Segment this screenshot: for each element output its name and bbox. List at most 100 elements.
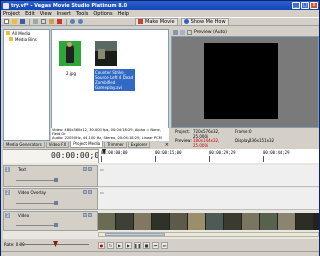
play-button[interactable]: ▶ (125, 242, 132, 249)
track-controls (82, 213, 92, 217)
video-preview (171, 36, 319, 128)
ruler-tick (209, 156, 210, 162)
minimize-button[interactable]: _ (292, 2, 300, 9)
media-info-video: Video: 480x360x12, 30.000 fps, 00:04:18:… (52, 128, 161, 137)
clip-frame (260, 213, 277, 230)
go-to-end-button[interactable]: ⏭ (161, 242, 168, 249)
level-slider[interactable] (16, 225, 56, 226)
menu-help[interactable]: Help (118, 11, 129, 17)
video-clip[interactable] (98, 213, 319, 230)
app-window: try.vf* - Vegas Movie Studio Platinum 8.… (0, 0, 320, 256)
clip-frame (116, 213, 133, 230)
tab-explorer[interactable]: Explorer (127, 142, 151, 148)
stop-button[interactable]: ■ (143, 242, 150, 249)
copy-button[interactable] (40, 18, 47, 25)
track-number: 3 (5, 213, 10, 218)
go-to-start-button[interactable]: ⏮ (152, 242, 159, 249)
loop-button[interactable]: ↻ (107, 242, 114, 249)
redo-icon (78, 19, 83, 24)
media-info-audio: Audio: 22050Hz, 44,100 Hz, Stereo, 00:04… (52, 136, 162, 141)
tab-media-generators[interactable]: Media Generators (3, 142, 45, 148)
main-toolbar: Make Movie Show Me How (1, 17, 319, 26)
make-movie-button[interactable]: Make Movie (135, 17, 178, 26)
show-me-how-label: Show Me How (190, 18, 226, 25)
maximize-button[interactable]: □ (301, 2, 309, 9)
redo-button[interactable] (77, 18, 84, 25)
menu-options[interactable]: Options (93, 11, 112, 17)
delete-icon (57, 19, 62, 24)
record-button[interactable]: ● (98, 242, 105, 249)
mute-icon[interactable] (83, 167, 87, 171)
mute-icon[interactable] (83, 213, 87, 217)
media-file-label-selected[interactable]: Counter Strike_ Source Left 4 Dead Zombi… (94, 69, 135, 91)
undo-button[interactable] (69, 18, 76, 25)
person-figure (66, 45, 74, 63)
track-lane-text[interactable]: ▭ (98, 165, 319, 187)
play-start-icon: ▶ (117, 243, 122, 248)
new-project-button[interactable] (3, 18, 10, 25)
level-slider[interactable] (16, 180, 56, 181)
media-thumbnail-video[interactable] (95, 41, 117, 66)
app-icon (3, 2, 9, 9)
track-name: Text (18, 167, 27, 172)
tab-trimmer[interactable]: Trimmer (104, 142, 127, 148)
close-icon[interactable]: × (165, 142, 169, 148)
menu-project[interactable]: Project (3, 11, 20, 17)
track-lane-video-overlay[interactable]: ▭ (98, 188, 319, 210)
track-header-video-overlay[interactable]: 2 Video Overlay (3, 188, 98, 210)
quality-icon[interactable] (187, 30, 192, 35)
menu-tools[interactable]: Tools (76, 11, 88, 17)
paste-icon (49, 19, 54, 24)
solo-icon[interactable] (88, 167, 92, 171)
go-to-end-icon: ⏭ (162, 243, 167, 248)
clip-frame (224, 213, 241, 230)
rate-slider[interactable] (19, 244, 89, 245)
solo-icon[interactable] (88, 190, 92, 194)
toolbar-separator (29, 18, 30, 25)
menu-view[interactable]: View (40, 11, 52, 17)
level-slider-knob[interactable] (54, 223, 58, 227)
scrollbar-thumb[interactable] (105, 233, 165, 236)
solo-icon[interactable] (88, 213, 92, 217)
pause-button[interactable]: ❚❚ (134, 242, 141, 249)
open-button[interactable] (11, 18, 18, 25)
preview-value: 180x144x32, 25.000i (193, 138, 220, 148)
close-button[interactable]: x (310, 2, 318, 9)
record-icon: ● (99, 243, 104, 248)
ruler-label: 00:00:44;29 (263, 150, 290, 155)
track-name: Video Overlay (18, 190, 47, 195)
clip-frame (98, 213, 115, 230)
ruler-tick (101, 156, 102, 162)
media-file-label[interactable]: 2.jpg (61, 71, 81, 76)
display-value: 236x151x32 (249, 138, 275, 143)
menu-edit[interactable]: Edit (25, 11, 35, 17)
current-time-display[interactable]: 00:00:00;00 (51, 151, 104, 160)
show-me-how-button[interactable]: Show Me How (180, 17, 229, 26)
track-header-video[interactable]: 3 Video (3, 211, 98, 231)
preview-toolbar: Preview (Auto) (171, 29, 319, 36)
settings-icon[interactable] (173, 30, 178, 35)
level-slider-knob[interactable] (54, 178, 58, 182)
paste-button[interactable] (48, 18, 55, 25)
display-label: Display: (235, 138, 251, 143)
ruler-label: 00:00:29;29 (209, 150, 236, 155)
timeline-ruler[interactable]: 00:00:00;00 00:00:15;00 00:00:29;29 00:0… (98, 149, 319, 163)
tab-video-fx[interactable]: Video FX (45, 142, 70, 148)
level-slider-knob[interactable] (54, 201, 58, 205)
preview-quality-select[interactable]: Preview (Auto) (194, 30, 227, 35)
level-slider[interactable] (16, 203, 56, 204)
menu-insert[interactable]: Insert (57, 11, 71, 17)
delete-button[interactable] (56, 18, 63, 25)
timeline-scrollbar[interactable] (98, 232, 319, 237)
clip-frame (242, 213, 259, 230)
play-icon: ▶ (126, 243, 131, 248)
split-screen-icon[interactable] (180, 30, 185, 35)
mute-icon[interactable] (83, 190, 87, 194)
tree-item-media-bins[interactable]: Media Bins (4, 36, 49, 42)
media-thumbnail-image[interactable] (59, 41, 81, 66)
track-header-text[interactable]: 1 Text (3, 165, 98, 187)
play-from-start-button[interactable]: ▶ (116, 242, 123, 249)
save-button[interactable] (19, 18, 26, 25)
cut-button[interactable] (32, 18, 39, 25)
tab-project-media[interactable]: Project Media (70, 141, 104, 148)
